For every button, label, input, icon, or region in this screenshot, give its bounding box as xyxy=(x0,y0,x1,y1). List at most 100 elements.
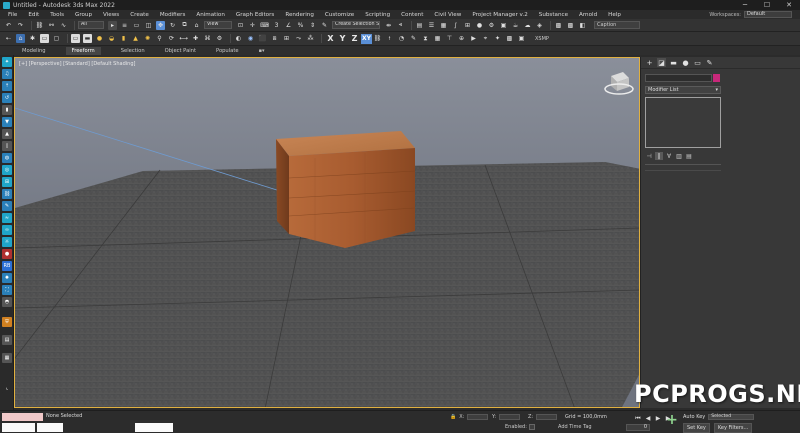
menu-edit[interactable]: Edit xyxy=(28,12,39,18)
menu-tools[interactable]: Tools xyxy=(50,12,64,18)
skin-icon[interactable]: ◔ xyxy=(397,34,406,43)
coord-x-field[interactable] xyxy=(467,414,489,420)
minimize-button[interactable]: ─ xyxy=(734,0,756,10)
rotate-tool-icon[interactable]: ↺ xyxy=(2,93,12,103)
menu-rendering[interactable]: Rendering xyxy=(285,12,314,18)
make-unique-icon[interactable]: ∀ xyxy=(665,152,673,160)
toggle-scene-explorer-icon[interactable]: ▤ xyxy=(415,21,424,30)
menu-group[interactable]: Group xyxy=(75,12,92,18)
percent-snap-icon[interactable]: % xyxy=(296,21,305,30)
add-time-tag[interactable]: Add Time Tag xyxy=(558,424,592,430)
tab-modeling[interactable]: Modeling xyxy=(22,48,46,54)
viewport-label[interactable]: [+] [Perspective] [Standard] [Default Sh… xyxy=(19,61,135,67)
menu-views[interactable]: Views xyxy=(103,12,119,18)
unlink-icon[interactable]: ⚯ xyxy=(47,21,56,30)
toggle-layer-explorer-icon[interactable]: ☰ xyxy=(427,21,436,30)
graph-icon[interactable]: ⧗ xyxy=(421,34,430,43)
selection-filter-select[interactable]: All xyxy=(78,21,104,29)
keyboard-shortcut-icon[interactable]: ⌨ xyxy=(260,21,269,30)
record-icon[interactable]: ● xyxy=(2,249,12,259)
book-icon[interactable]: ▮ xyxy=(2,105,12,115)
preview-icon[interactable]: ▶ xyxy=(469,34,478,43)
perspective-viewport[interactable]: [+] [Perspective] [Standard] [Default Sh… xyxy=(14,57,640,408)
coord-y-field[interactable] xyxy=(499,414,521,420)
scene-icon[interactable]: ▦ xyxy=(2,353,12,363)
checker3-icon[interactable]: ▩ xyxy=(505,34,514,43)
sample-icon[interactable]: ✦ xyxy=(493,34,502,43)
particles-icon[interactable]: ⁂ xyxy=(306,34,315,43)
box2-icon[interactable]: ▯ xyxy=(2,141,12,151)
rendered-frame-window-icon[interactable]: ▣ xyxy=(499,21,508,30)
systems-icon[interactable]: ⚙ xyxy=(215,34,224,43)
snaps-3d-icon[interactable]: 3 xyxy=(272,21,281,30)
globe-icon[interactable]: ◉ xyxy=(246,34,255,43)
undo-icon[interactable]: ↶ xyxy=(4,21,13,30)
cone-icon[interactable]: ▲ xyxy=(131,34,140,43)
workspaces-select[interactable]: Default xyxy=(744,11,792,18)
previous-frame-icon[interactable]: ◀ xyxy=(644,415,652,423)
plane-icon[interactable]: ▭ xyxy=(40,34,49,43)
utilities-tab-icon[interactable]: ✎ xyxy=(705,58,714,67)
menu-help[interactable]: Help xyxy=(608,12,621,18)
hierarchy-tab-icon[interactable]: ▬ xyxy=(669,58,678,67)
reference-coord-select[interactable]: View xyxy=(204,21,232,29)
axis-z-button[interactable]: Z xyxy=(349,34,360,44)
triangle-icon[interactable]: ▲ xyxy=(2,129,12,139)
sphere-icon[interactable]: ● xyxy=(95,34,104,43)
maximize-button[interactable]: ☐ xyxy=(756,0,778,10)
ribbon-toggle[interactable]: ▪▾ xyxy=(259,48,265,54)
light-icon[interactable]: ✺ xyxy=(143,34,152,43)
menu-customize[interactable]: Customize xyxy=(325,12,354,18)
menu-create[interactable]: Create xyxy=(130,12,149,18)
menu-file[interactable]: File xyxy=(8,12,17,18)
render-production-icon[interactable]: ☕ xyxy=(511,21,520,30)
select-scale-icon[interactable]: ⧉ xyxy=(180,21,189,30)
rotate-icon[interactable]: ⟳ xyxy=(167,34,176,43)
home-icon[interactable]: ⌂ xyxy=(16,34,25,43)
paint-icon[interactable]: ✎ xyxy=(409,34,418,43)
menu-civil-view[interactable]: Civil View xyxy=(434,12,461,18)
rect-icon[interactable]: ▭ xyxy=(71,34,80,43)
layout-icon[interactable]: ◧ xyxy=(578,21,587,30)
axis-x-button[interactable]: X xyxy=(325,34,336,44)
node-icon[interactable]: ⊕ xyxy=(457,34,466,43)
prompt-field-2[interactable] xyxy=(135,423,173,432)
remove-modifier-icon[interactable]: ▥ xyxy=(675,152,683,160)
link2-icon[interactable]: ∞ xyxy=(2,225,12,235)
grid2-icon[interactable]: ⊞ xyxy=(2,177,12,187)
object-name-field[interactable] xyxy=(645,74,712,82)
menu-substance[interactable]: Substance xyxy=(539,12,568,18)
motion-tab-icon[interactable]: ● xyxy=(681,58,690,67)
named-selection-sets-select[interactable]: Create Selection Se xyxy=(332,21,380,29)
coord-z-field[interactable] xyxy=(536,414,558,420)
ribbon-toggle-icon[interactable]: ▦ xyxy=(439,21,448,30)
schematic-view-icon[interactable]: ⊞ xyxy=(463,21,472,30)
show-end-result-icon[interactable]: ‖ xyxy=(655,152,663,160)
arrow-icon[interactable]: ▼ xyxy=(2,117,12,127)
tab-selection[interactable]: Selection xyxy=(121,48,145,54)
tab-populate[interactable]: Populate xyxy=(216,48,239,54)
key-filters-button[interactable]: Key Filters... xyxy=(713,423,753,433)
menu-content[interactable]: Content xyxy=(401,12,423,18)
enabled-checkbox[interactable] xyxy=(528,424,535,430)
helper-icon[interactable]: ✚ xyxy=(191,34,200,43)
checker2-icon[interactable]: ▩ xyxy=(566,21,575,30)
grid-icon[interactable]: ⊞ xyxy=(282,34,291,43)
menu-scripting[interactable]: Scripting xyxy=(365,12,390,18)
mirror2-icon[interactable]: ⟷ xyxy=(179,34,188,43)
edit-named-selection-icon[interactable]: ✎ xyxy=(320,21,329,30)
enabled-toggle[interactable]: Enabled: xyxy=(505,424,535,430)
sun-icon[interactable]: ✹ xyxy=(2,273,12,283)
render-in-cloud-icon[interactable]: ☁ xyxy=(523,21,532,30)
select-rotate-icon[interactable]: ↻ xyxy=(168,21,177,30)
maxscript-listener[interactable] xyxy=(2,413,43,421)
a360-gallery-icon[interactable]: ◈ xyxy=(535,21,544,30)
angle-snap-icon[interactable]: ∠ xyxy=(284,21,293,30)
rb-icon[interactable]: RB xyxy=(2,261,12,271)
mesh-icon[interactable]: ⧈ xyxy=(270,34,279,43)
set-key-button[interactable]: Set Key xyxy=(683,423,710,433)
display-tab-icon[interactable]: ▭ xyxy=(693,58,702,67)
material-editor-icon[interactable]: ● xyxy=(475,21,484,30)
align-icon[interactable]: ⫷ xyxy=(396,21,405,30)
menu-animation[interactable]: Animation xyxy=(196,12,225,18)
